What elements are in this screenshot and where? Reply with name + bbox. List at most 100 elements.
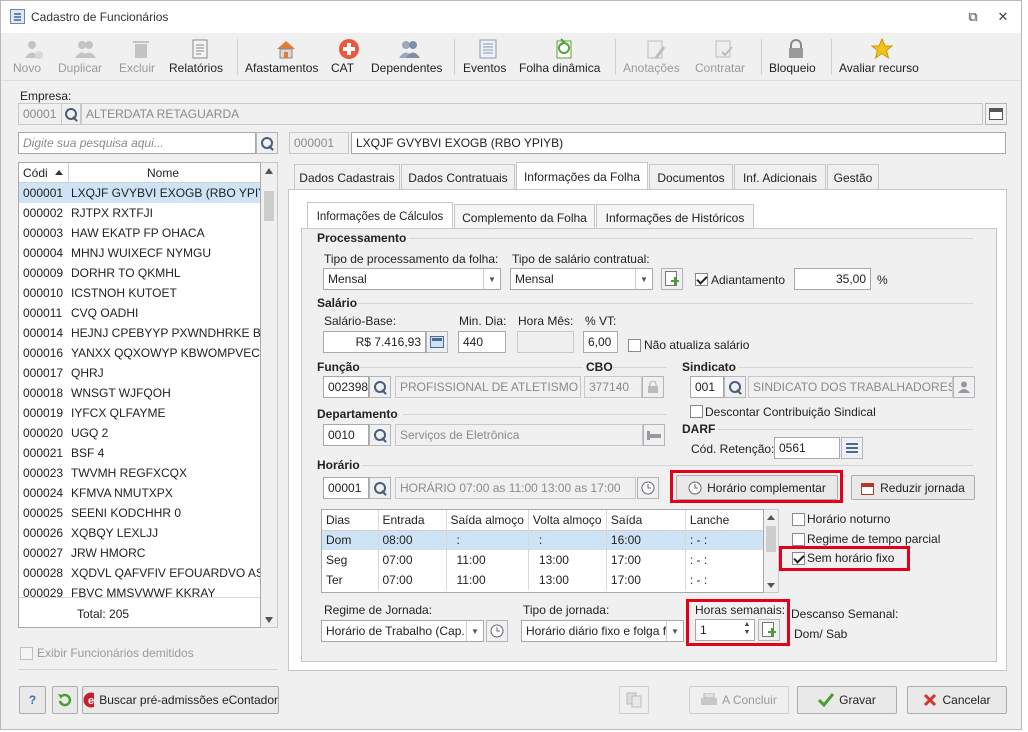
selected-name-field[interactable]: LXQJF GVYBVI EXOGB (RBO YPIYB) [351, 132, 1006, 154]
show-dismissed-checkbox[interactable] [20, 647, 33, 660]
horario-search-button[interactable] [369, 477, 391, 499]
contratar-button[interactable]: Contratar [695, 35, 753, 79]
employee-list[interactable]: Códi Nome 000001 LXQJF GVYBVI EXOGB (RBO … [18, 162, 261, 628]
horario-code-input[interactable]: 00001 [323, 477, 369, 499]
salario-base-input[interactable]: R$ 7.416,93 [323, 331, 426, 353]
tab-inf-adicionais[interactable]: Inf. Adicionais [734, 164, 826, 190]
dependentes-button[interactable]: Dependentes [371, 35, 447, 79]
list-item[interactable]: 000027 JRW HMORC [19, 543, 260, 563]
novo-button[interactable]: Novo [13, 35, 53, 79]
list-item[interactable]: 000001 LXQJF GVYBVI EXOGB (RBO YPIYB) [19, 183, 260, 203]
regime-parcial-checkbox[interactable] [792, 533, 805, 546]
list-item[interactable]: 000010 ICSTNOH KUTOET [19, 283, 260, 303]
add-salario-button[interactable] [661, 268, 683, 290]
schedule-scrollbar[interactable] [764, 509, 779, 593]
bloqueio-button[interactable]: Bloqueio [769, 35, 823, 79]
descontar-checkbox[interactable] [690, 405, 703, 418]
list-item[interactable]: 000028 XQDVL QAFVFIV EFOUARDVO AST U [19, 563, 260, 583]
list-item[interactable]: 000021 BSF 4 [19, 443, 260, 463]
avaliar-recurso-button[interactable]: Avaliar recurso [839, 35, 925, 79]
list-item[interactable]: 000009 DORHR TO QKMHL [19, 263, 260, 283]
departamento-search-button[interactable] [369, 424, 391, 446]
scroll-up-icon[interactable] [265, 168, 273, 174]
vt-input[interactable]: 6,00 [583, 331, 618, 353]
buscar-preadmissoes-button[interactable]: e Buscar pré-admissões eContador [82, 686, 279, 714]
list-item[interactable]: 000024 KFMVA NMUTXPX [19, 483, 260, 503]
regime-jornada-select[interactable]: Horário de Trabalho (Cap. ▼ [321, 620, 484, 642]
list-scrollbar[interactable] [261, 162, 278, 628]
relatorios-button[interactable]: Relatórios [169, 35, 231, 79]
schedule-row[interactable]: Dom 08:00::16:00: - : [322, 530, 763, 550]
list-item[interactable]: 000011 CVQ OADHI [19, 303, 260, 323]
tab-documentos[interactable]: Documentos [649, 164, 733, 190]
nao-atualiza-checkbox[interactable] [628, 339, 641, 352]
scroll-thumb[interactable] [766, 526, 776, 552]
list-item[interactable]: 000025 SEENI KODCHHR 0 [19, 503, 260, 523]
afastamentos-button[interactable]: Afastamentos [245, 35, 327, 79]
scroll-down-icon[interactable] [767, 583, 775, 588]
tipo-jornada-select[interactable]: Horário diário fixo e folga f ▼ [521, 620, 684, 642]
list-item[interactable]: 000026 XQBQY LEXLJJ [19, 523, 260, 543]
code-column-header[interactable]: Códi [23, 166, 48, 180]
adiantamento-checkbox[interactable] [695, 273, 708, 286]
cat-button[interactable]: CAT [331, 35, 367, 79]
list-item[interactable]: 000018 WNSGT WJFQOH [19, 383, 260, 403]
scroll-down-icon[interactable] [265, 617, 273, 623]
departamento-code-input[interactable]: 0010 [323, 424, 369, 446]
tipo-salario-select[interactable]: Mensal ▼ [510, 268, 653, 290]
min-dia-input[interactable]: 440 [458, 331, 506, 353]
schedule-row[interactable]: Seg 07:00 11:00 13:00 17:00: - : [322, 550, 763, 570]
refresh-button[interactable] [52, 686, 78, 714]
tab-dados-cadastrais[interactable]: Dados Cadastrais [294, 164, 400, 190]
sindicato-search-button[interactable] [724, 376, 746, 398]
salario-calc-button[interactable] [426, 331, 448, 353]
horario-clock-button[interactable] [637, 477, 659, 499]
folha-dinamica-button[interactable]: Folha dinâmica [519, 35, 609, 79]
list-item[interactable]: 000019 IYFCX QLFAYME [19, 403, 260, 423]
funcao-code-input[interactable]: 002398 [323, 376, 369, 398]
subtab-informacoes-calculos[interactable]: Informações de Cálculos [307, 202, 453, 230]
gravar-button[interactable]: Gravar [797, 686, 897, 714]
restore-button[interactable]: ⧉ [965, 9, 981, 25]
departamento-detail-button[interactable] [643, 424, 665, 446]
employee-search-input[interactable]: Digite sua pesquisa aqui... [18, 132, 256, 154]
help-button[interactable]: ? [19, 686, 46, 714]
tab-informacoes-folha[interactable]: Informações da Folha [516, 162, 648, 190]
subtab-informacoes-historicos[interactable]: Informações de Históricos [596, 204, 754, 230]
list-item[interactable]: 000017 QHRJ [19, 363, 260, 383]
excluir-button[interactable]: Excluir [119, 35, 163, 79]
employee-search-button[interactable] [256, 132, 278, 154]
eventos-button[interactable]: Eventos [463, 35, 513, 79]
tab-gestao[interactable]: Gestão [827, 164, 879, 190]
list-item[interactable]: 000016 YANXX QQXOWYP KBWOMPVEC A [19, 343, 260, 363]
list-item[interactable]: 000003 HAW EKATP FP OHACA [19, 223, 260, 243]
cod-retencao-list-button[interactable] [841, 437, 863, 459]
name-column-header[interactable]: Nome [147, 166, 179, 180]
list-item[interactable]: 000014 HEJNJ CPEBYYP PXWNDHRKE BTB J [19, 323, 260, 343]
sindicato-code-input[interactable]: 001 [690, 376, 724, 398]
list-item[interactable]: 000004 MHNJ WUIXECF NYMGU [19, 243, 260, 263]
list-item[interactable]: 000020 UGQ 2 [19, 423, 260, 443]
schedule-table[interactable]: Dias Entrada Saída almoço Volta almoço S… [321, 509, 764, 593]
schedule-row[interactable]: Ter 07:00 11:00 13:00 17:00: - : [322, 570, 763, 590]
list-item[interactable]: 000002 RJTPX RXTFJI [19, 203, 260, 223]
tipo-processamento-select[interactable]: Mensal ▼ [323, 268, 501, 290]
list-item[interactable]: 000023 TWVMH REGFXCQX [19, 463, 260, 483]
cancelar-button[interactable]: Cancelar [907, 686, 1007, 714]
subtab-complemento-folha[interactable]: Complemento da Folha [454, 204, 595, 230]
scroll-up-icon[interactable] [767, 515, 775, 520]
funcao-search-button[interactable] [369, 376, 391, 398]
tab-dados-contratuais[interactable]: Dados Contratuais [401, 164, 515, 190]
sindicato-detail-button[interactable] [953, 376, 975, 398]
reduzir-jornada-button[interactable]: Reduzir jornada [851, 475, 975, 500]
anotacoes-button[interactable]: Anotações [623, 35, 687, 79]
horario-noturno-checkbox[interactable] [792, 513, 805, 526]
duplicar-button[interactable]: Duplicar [58, 35, 112, 79]
cod-retencao-input[interactable]: 0561 [774, 437, 840, 459]
a-concluir-button[interactable]: A Concluir [689, 686, 789, 714]
adiantamento-input[interactable]: 35,00 [794, 268, 871, 290]
empresa-detail-button[interactable] [985, 103, 1007, 125]
close-button[interactable]: ✕ [995, 9, 1011, 25]
scroll-thumb[interactable] [264, 191, 274, 221]
regime-jornada-button[interactable] [486, 620, 508, 642]
